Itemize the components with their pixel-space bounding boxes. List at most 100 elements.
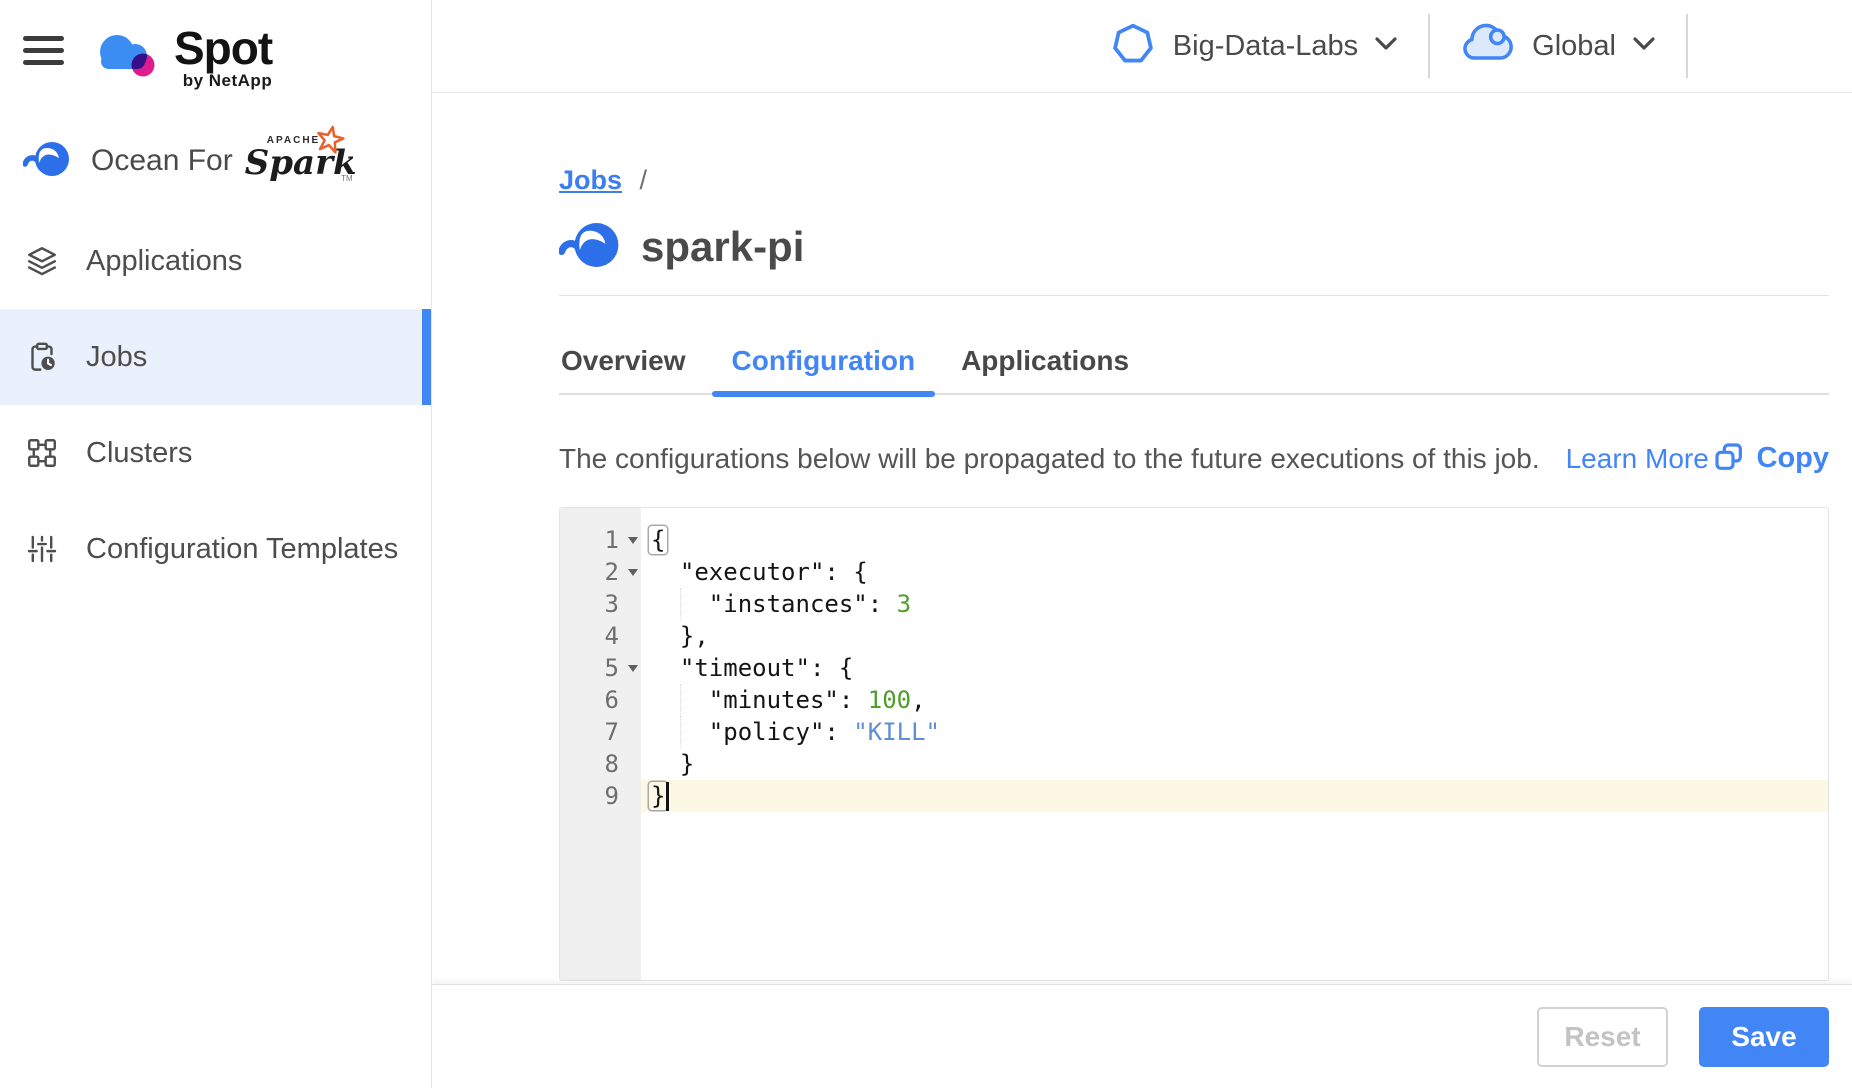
- chevron-down-icon: [1632, 36, 1656, 57]
- code-line[interactable]: }: [641, 748, 1828, 780]
- workspace-heptagon-icon: [1111, 22, 1155, 71]
- code-line[interactable]: "executor": {: [641, 556, 1828, 588]
- reset-button[interactable]: Reset: [1537, 1007, 1668, 1067]
- code-token-plain: :: [868, 590, 897, 618]
- sidebar-item-jobs[interactable]: Jobs: [0, 309, 431, 405]
- brand-wordmark: Spot by NetApp: [174, 26, 272, 91]
- code-token-brace: {: [649, 526, 667, 554]
- code-line[interactable]: {: [641, 524, 1828, 556]
- copy-button[interactable]: Copy: [1713, 441, 1830, 476]
- code-line[interactable]: "instances": 3: [641, 588, 1828, 620]
- code-line[interactable]: "timeout": {: [641, 652, 1828, 684]
- workspace-selector[interactable]: Big-Data-Labs: [1111, 22, 1398, 71]
- line-number: 1: [560, 524, 641, 556]
- code-token-plain: : {: [824, 558, 867, 586]
- sidebar-item-label: Jobs: [86, 341, 147, 374]
- spot-logo: Spot by NetApp: [90, 26, 272, 93]
- text-cursor: [666, 782, 669, 811]
- indent-guide: [680, 716, 681, 748]
- save-button[interactable]: Save: [1699, 1007, 1829, 1067]
- line-number: 9: [560, 780, 641, 812]
- ocean-for-spark-logo: Ocean For APACHE Spark TM: [0, 135, 431, 187]
- app-window: Spot by NetApp Ocean For APACHE Spark: [0, 0, 1852, 1088]
- tab-overview[interactable]: Overview: [541, 296, 706, 393]
- code-token-plain: }: [651, 750, 694, 778]
- sidebar-item-label: Applications: [86, 245, 242, 278]
- code-line[interactable]: "minutes": 100,: [641, 684, 1828, 716]
- ocean-wave-icon: [23, 139, 71, 184]
- action-footer: Reset Save: [432, 984, 1852, 1088]
- code-token-key: "executor": [680, 558, 825, 586]
- apache-spark-logo: APACHE Spark TM: [245, 135, 345, 187]
- sidebar-nav: Applications Jobs Clusters Configuration Te…: [0, 213, 431, 597]
- editor-gutter: 123456789: [560, 508, 641, 980]
- code-token-key: "policy": [709, 718, 825, 746]
- line-number: 8: [560, 748, 641, 780]
- header-divider: [1428, 14, 1430, 78]
- workspace-name: Big-Data-Labs: [1173, 30, 1358, 63]
- product-name: Ocean For: [91, 144, 233, 178]
- page-title-row: spark-pi: [559, 221, 1829, 273]
- breadcrumb: Jobs /: [559, 165, 1829, 195]
- tab-configuration[interactable]: Configuration: [712, 296, 936, 393]
- sidebar-item-label: Clusters: [86, 437, 192, 470]
- line-number: 5: [560, 652, 641, 684]
- editor-code-area[interactable]: { "executor": { "instances": 3 }, "timeo…: [641, 508, 1828, 980]
- sidebar-item-label: Configuration Templates: [86, 533, 398, 566]
- cluster-nodes-icon: [25, 436, 59, 470]
- trademark: TM: [341, 174, 353, 183]
- breadcrumb-jobs-link[interactable]: Jobs: [559, 165, 622, 195]
- code-token-key: "minutes": [709, 686, 839, 714]
- spark-star-icon: [315, 125, 345, 160]
- config-description: The configurations below will be propaga…: [559, 443, 1540, 475]
- copy-label: Copy: [1757, 442, 1830, 475]
- line-number: 4: [560, 620, 641, 652]
- code-token-key: "instances": [709, 590, 868, 618]
- tabs: OverviewConfigurationApplications: [559, 296, 1829, 395]
- fold-arrow-icon[interactable]: [628, 665, 638, 672]
- code-token-plain: [651, 558, 680, 586]
- header-divider: [1686, 14, 1688, 78]
- line-number: 7: [560, 716, 641, 748]
- code-token-number: 100: [868, 686, 911, 714]
- brand-subtitle: by NetApp: [174, 71, 272, 91]
- sidebar-item-applications[interactable]: Applications: [0, 213, 431, 309]
- sidebar-item-configuration-templates[interactable]: Configuration Templates: [0, 501, 431, 597]
- code-token-key: "timeout": [680, 654, 810, 682]
- code-token-number: 3: [897, 590, 911, 618]
- json-config-editor[interactable]: 123456789 { "executor": { "instances": 3…: [559, 507, 1829, 981]
- spot-cloud-icon: [90, 26, 166, 93]
- chevron-down-icon: [1374, 36, 1398, 57]
- learn-more-link[interactable]: Learn More: [1566, 443, 1709, 475]
- line-number: 6: [560, 684, 641, 716]
- copy-icon: [1713, 441, 1745, 476]
- sidebar: Spot by NetApp Ocean For APACHE Spark: [0, 0, 432, 1088]
- fold-arrow-icon[interactable]: [628, 569, 638, 576]
- code-token-plain: [651, 654, 680, 682]
- breadcrumb-separator: /: [640, 165, 648, 195]
- brand-row: Spot by NetApp: [0, 0, 431, 93]
- code-token-string: "KILL": [853, 718, 940, 746]
- region-name: Global: [1532, 30, 1616, 63]
- region-selector[interactable]: Global: [1460, 23, 1656, 70]
- sliders-icon: [25, 532, 59, 566]
- config-description-row: The configurations below will be propaga…: [559, 441, 1829, 476]
- code-token-plain: :: [824, 718, 853, 746]
- indent-guide: [680, 684, 681, 716]
- line-number: 2: [560, 556, 641, 588]
- indent-guide: [680, 588, 681, 620]
- line-number: 3: [560, 588, 641, 620]
- job-wave-icon: [559, 219, 621, 276]
- code-token-plain: : {: [810, 654, 853, 682]
- cloud-icon: [1460, 23, 1514, 70]
- top-header: Big-Data-Labs Global: [432, 0, 1852, 93]
- code-line[interactable]: },: [641, 620, 1828, 652]
- tab-applications[interactable]: Applications: [941, 296, 1149, 393]
- fold-arrow-icon[interactable]: [628, 537, 638, 544]
- code-token-plain: },: [651, 622, 709, 650]
- code-line[interactable]: "policy": "KILL": [641, 716, 1828, 748]
- sidebar-item-clusters[interactable]: Clusters: [0, 405, 431, 501]
- brand-title: Spot: [174, 26, 272, 70]
- code-line[interactable]: }: [641, 780, 1828, 812]
- hamburger-menu-button[interactable]: [23, 30, 64, 71]
